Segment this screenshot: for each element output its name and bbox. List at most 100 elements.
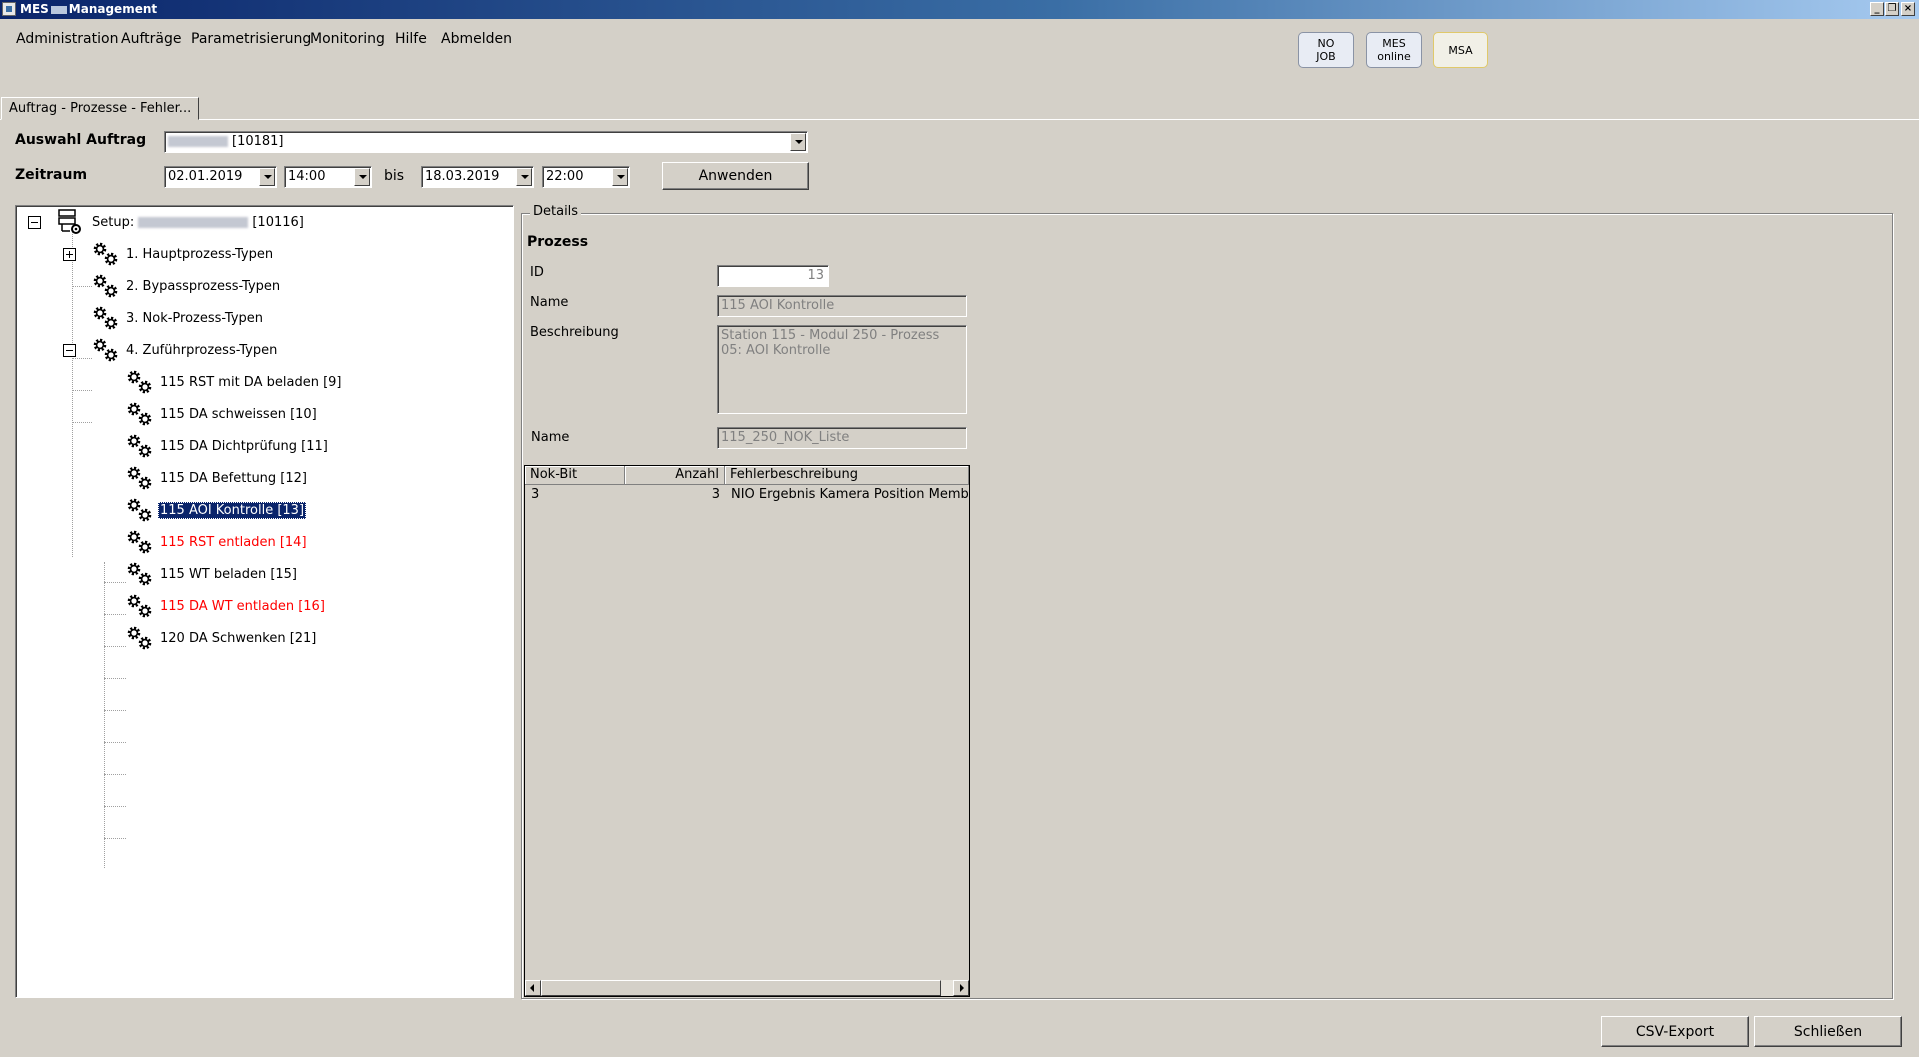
nok-list-name-field[interactable]: 115_250_NOK_Liste <box>717 427 967 449</box>
column-header-fehlerbeschreibung[interactable]: Fehlerbeschreibung <box>725 466 969 485</box>
restore-button[interactable]: ❐ <box>1885 2 1899 16</box>
close-button[interactable]: Schließen <box>1754 1016 1902 1047</box>
scrollbar-thumb[interactable] <box>541 980 941 996</box>
chevron-down-icon[interactable] <box>259 168 275 186</box>
tree-group-hauptprozess[interactable]: 1. Hauptprozess-Typen <box>92 242 275 266</box>
tree-group-zufuehrprozess[interactable]: 4. Zuführprozess-Typen <box>92 338 279 362</box>
status-label: MSA <box>1448 43 1473 57</box>
tree-connector <box>104 614 126 615</box>
no-job-status-button[interactable]: NO JOB <box>1298 32 1354 68</box>
beschreibung-label: Beschreibung <box>530 325 619 340</box>
name-field[interactable]: 115 AOI Kontrolle <box>717 295 967 317</box>
tree-item-label: 115 DA WT entladen [16] <box>160 598 325 614</box>
menu-administration[interactable]: Administration <box>16 31 118 47</box>
chevron-down-icon[interactable] <box>354 168 370 186</box>
tree-connector <box>104 838 126 839</box>
cell-anzahl[interactable]: 3 <box>625 487 720 502</box>
chevron-down-icon[interactable] <box>612 168 628 186</box>
tree-item[interactable]: 115 WT beladen [15] <box>126 562 299 586</box>
tree-connector <box>104 582 126 583</box>
gears-icon <box>93 242 118 266</box>
beschreibung-field[interactable]: Station 115 - Modul 250 - Prozess 05: AO… <box>717 325 967 414</box>
status-label: JOB <box>1316 50 1336 63</box>
tree-connector <box>72 286 92 287</box>
column-header-nok-bit[interactable]: Nok-Bit <box>525 466 625 485</box>
auftrag-value: [10181] <box>232 134 284 149</box>
tree-connector <box>104 774 126 775</box>
tree-item-label: 115 DA Dichtprüfung [11] <box>160 438 328 454</box>
csv-export-button[interactable]: CSV-Export <box>1601 1016 1749 1047</box>
msa-status-button[interactable]: MSA <box>1433 32 1488 68</box>
tree-item[interactable]: 115 RST entladen [14] <box>126 530 309 554</box>
tree-item[interactable]: 115 DA WT entladen [16] <box>126 594 327 618</box>
section-title-prozess: Prozess <box>527 234 589 250</box>
tree-group-label: 2. Bypassprozess-Typen <box>126 278 281 294</box>
tree-item[interactable]: 115 DA schweissen [10] <box>126 402 319 426</box>
minimize-button[interactable]: _ <box>1870 2 1884 16</box>
tree-connector <box>72 422 92 423</box>
cell-nok-bit[interactable]: 3 <box>531 487 621 502</box>
apply-button[interactable]: Anwenden <box>662 162 809 190</box>
title-bar: MES Management _ ❐ × <box>0 0 1919 19</box>
tree-connector <box>72 390 92 391</box>
gears-icon <box>127 530 152 554</box>
gears-icon <box>127 626 152 650</box>
to-time-select[interactable]: 22:00 <box>542 166 630 188</box>
tree-root-id: [10116] <box>252 214 304 230</box>
to-date-picker[interactable]: 18.03.2019 <box>421 166 534 188</box>
id-label: ID <box>530 265 544 280</box>
redacted-text <box>168 136 228 147</box>
tab-auftrag-prozesse-fehler[interactable]: Auftrag - Prozesse - Fehler... <box>1 97 200 120</box>
menu-monitoring[interactable]: Monitoring <box>310 31 385 47</box>
tree-item[interactable]: 115 DA Befettung [12] <box>126 466 309 490</box>
tree-item[interactable]: 115 DA Dichtprüfung [11] <box>126 434 330 458</box>
horizontal-scrollbar[interactable] <box>525 980 969 996</box>
tree-item-label: 120 DA Schwenken [21] <box>160 630 317 646</box>
tree-connector <box>104 646 126 647</box>
menu-auftraege[interactable]: Aufträge <box>121 31 181 47</box>
grid-body <box>525 466 969 980</box>
from-date-picker[interactable]: 02.01.2019 <box>164 166 277 188</box>
tree-item[interactable]: 115 RST mit DA beladen [9] <box>126 370 343 394</box>
tree-item[interactable]: 120 DA Schwenken [21] <box>126 626 318 650</box>
tree-group-nokprozess[interactable]: 3. Nok-Prozess-Typen <box>92 306 265 330</box>
auftrag-label: Auswahl Auftrag <box>15 132 147 148</box>
gears-icon <box>127 370 152 394</box>
gears-icon <box>127 498 152 522</box>
tree-item-label: 115 DA schweissen [10] <box>160 406 317 422</box>
menu-abmelden[interactable]: Abmelden <box>441 31 512 47</box>
gears-icon <box>127 594 152 618</box>
mes-online-status-button[interactable]: MES online <box>1366 32 1422 68</box>
collapse-icon[interactable] <box>63 344 76 357</box>
tree-group-bypassprozess[interactable]: 2. Bypassprozess-Typen <box>92 274 282 298</box>
chevron-down-icon[interactable] <box>516 168 532 186</box>
tree-root-setup[interactable]: Setup: [10116] <box>58 209 306 234</box>
scroll-left-icon[interactable] <box>525 980 541 996</box>
column-header-anzahl[interactable]: Anzahl <box>625 466 725 485</box>
cell-fehlerbeschreibung[interactable]: NIO Ergebnis Kamera Position Membran <box>731 487 969 502</box>
redacted-text <box>138 216 249 228</box>
gears-icon <box>93 338 118 362</box>
window-title: MES Management <box>20 2 158 16</box>
process-tree[interactable]: Setup: [10116] 1. Hauptprozess-Typen 2. … <box>15 205 514 998</box>
bis-label: bis <box>384 168 405 184</box>
tree-connector <box>104 742 126 743</box>
id-field[interactable]: 13 <box>717 265 829 287</box>
tree-item-label: 115 DA Befettung [12] <box>160 470 307 486</box>
gears-icon <box>93 274 118 298</box>
tree-item-label: 115 RST mit DA beladen [9] <box>160 374 342 390</box>
chevron-down-icon[interactable] <box>790 133 806 151</box>
gears-icon <box>127 402 152 426</box>
tree-group-label: 1. Hauptprozess-Typen <box>126 246 274 262</box>
to-time-value: 22:00 <box>546 169 584 184</box>
close-window-button[interactable]: × <box>1901 2 1915 16</box>
auftrag-select[interactable]: [10181] <box>164 131 808 153</box>
collapse-icon[interactable] <box>28 216 41 229</box>
menu-parametrisierung[interactable]: Parametrisierung <box>191 31 311 47</box>
tree-item-selected[interactable]: 115 AOI Kontrolle [13] <box>126 498 307 522</box>
from-time-select[interactable]: 14:00 <box>284 166 372 188</box>
expand-icon[interactable] <box>63 248 76 261</box>
scroll-right-icon[interactable] <box>953 980 969 996</box>
menu-hilfe[interactable]: Hilfe <box>395 31 427 47</box>
nok-grid[interactable]: Nok-Bit Anzahl Fehlerbeschreibung 3 3 NI… <box>524 465 970 997</box>
